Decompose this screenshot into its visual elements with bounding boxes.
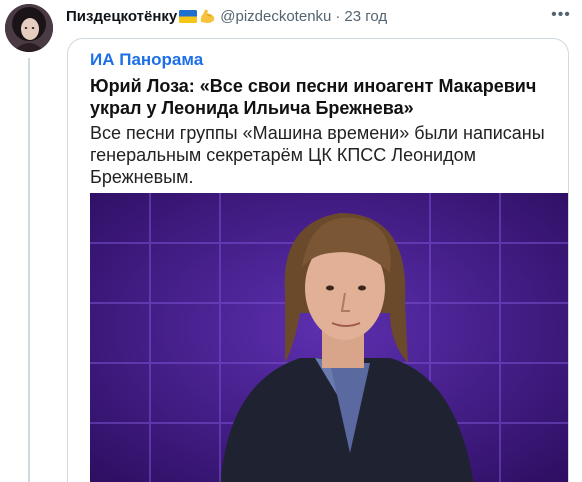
article-source: ИА Панорама: [90, 50, 204, 69]
user-handle[interactable]: @pizdeckotenku: [220, 8, 331, 25]
attached-image-card[interactable]: ИА Панорама Юрий Лоза: «Все свои песни и…: [67, 38, 569, 482]
user-avatar[interactable]: [5, 4, 53, 52]
display-name[interactable]: Пиздецкотёнку: [66, 8, 177, 25]
flexed-biceps-icon: [199, 8, 216, 25]
thread-connector-line: [28, 58, 30, 482]
article-headline: Юрий Лоза: «Все свои песни иноагент Мака…: [90, 76, 537, 118]
tweet-header: Пиздецкотёнку @pizdeckotenku · 23 год: [66, 6, 387, 26]
article-photo: [90, 193, 568, 482]
avatar-image: [5, 4, 53, 52]
tweet-timestamp[interactable]: 23 год: [344, 8, 387, 25]
more-options-icon[interactable]: •••: [550, 6, 572, 24]
separator-dot: ·: [335, 7, 341, 25]
article-lede: Все песни группы «Машина времени» были н…: [90, 123, 545, 187]
ukraine-flag-icon: [179, 9, 198, 23]
